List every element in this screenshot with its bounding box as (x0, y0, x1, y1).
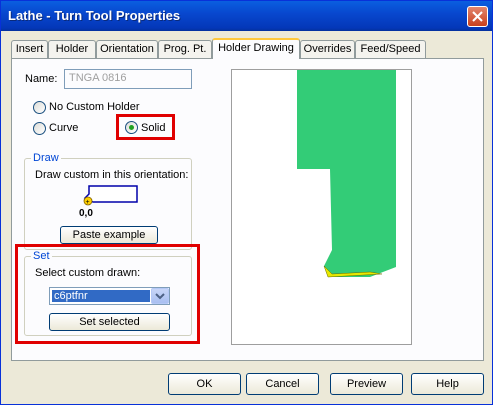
tab-feed-speed[interactable]: Feed/Speed (355, 40, 426, 58)
draw-instruction: Draw custom in this orientation: (35, 169, 189, 181)
chevron-down-icon (155, 293, 165, 300)
set-selected-button[interactable]: Set selected (49, 313, 170, 331)
cancel-button[interactable]: Cancel (246, 373, 319, 395)
title-bar: Lathe - Turn Tool Properties (1, 1, 492, 31)
turn-tool-properties-dialog: Lathe - Turn Tool Properties Insert Hold… (0, 0, 493, 405)
window-title: Lathe - Turn Tool Properties (8, 8, 181, 23)
tab-prog-pt[interactable]: Prog. Pt. (158, 40, 212, 58)
close-button[interactable] (467, 6, 488, 27)
tab-insert[interactable]: Insert (11, 40, 48, 58)
radio-selected-dot (129, 125, 134, 130)
combo-selected-value: c6ptfnr (52, 290, 150, 302)
holder-drawing-preview (231, 69, 412, 345)
tab-holder-drawing[interactable]: Holder Drawing (212, 38, 300, 59)
orientation-diagram-icon: + (83, 185, 138, 206)
custom-drawn-combo[interactable]: c6ptfnr (49, 287, 170, 305)
help-button[interactable]: Help (411, 373, 484, 395)
tab-holder[interactable]: Holder (48, 40, 96, 58)
origin-label: 0,0 (79, 208, 93, 219)
select-custom-label: Select custom drawn: (35, 267, 141, 279)
paste-example-button[interactable]: Paste example (60, 226, 158, 244)
tab-orientation[interactable]: Orientation (96, 40, 158, 58)
no-custom-holder-label: No Custom Holder (49, 101, 140, 113)
preview-button[interactable]: Preview (330, 373, 403, 395)
ok-button[interactable]: OK (168, 373, 241, 395)
holder-shape-drawing (297, 70, 396, 278)
curve-radio[interactable] (33, 122, 46, 135)
close-icon (472, 11, 483, 22)
draw-group-title: Draw (31, 152, 61, 164)
combo-dropdown-button[interactable] (151, 288, 169, 304)
curve-label: Curve (49, 122, 79, 134)
set-group-title: Set (31, 250, 52, 262)
solid-label: Solid (141, 122, 166, 134)
name-field: TNGA 0816 (64, 69, 192, 89)
name-label: Name: (25, 73, 58, 85)
solid-radio[interactable] (125, 121, 138, 134)
tab-overrides[interactable]: Overrides (300, 40, 355, 58)
svg-text:+: + (86, 199, 90, 206)
no-custom-holder-radio[interactable] (33, 101, 46, 114)
